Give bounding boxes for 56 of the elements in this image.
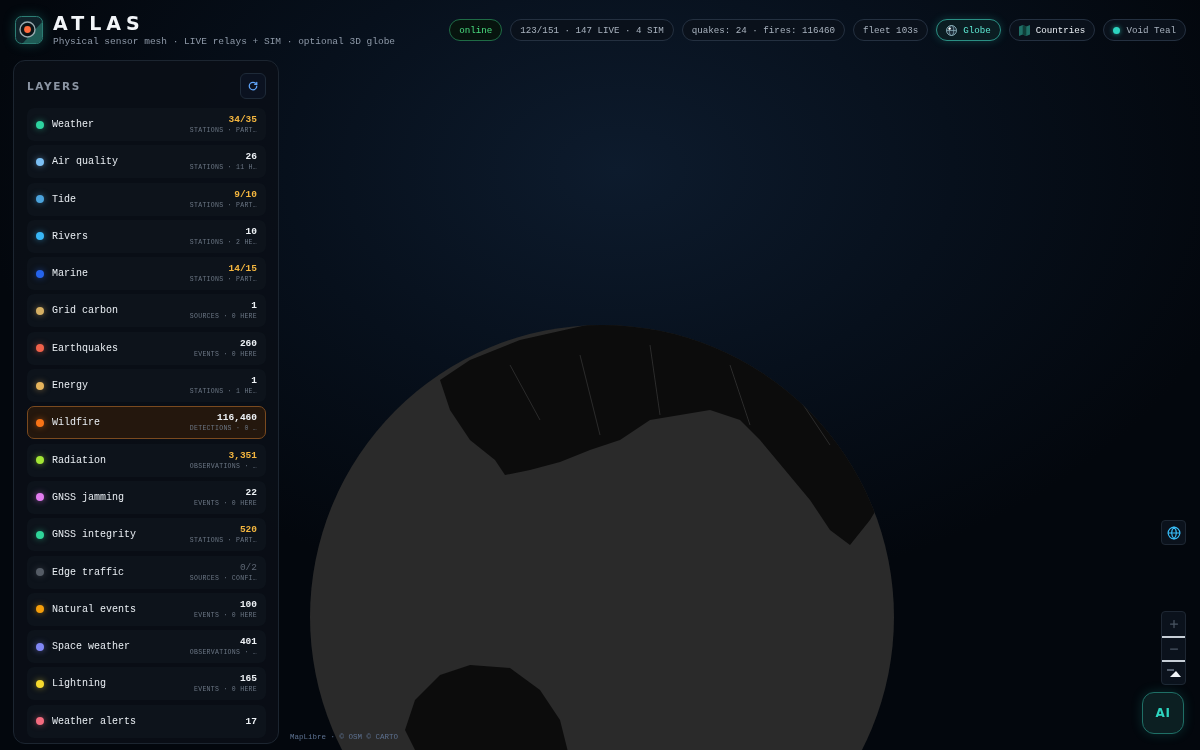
layer-name: Weather xyxy=(52,119,94,130)
layer-count: 9/10 xyxy=(234,188,257,200)
layer-name: Radiation xyxy=(52,454,106,466)
map-icon xyxy=(1018,24,1030,36)
refresh-button[interactable] xyxy=(240,73,266,99)
layer-name: GNSS integrity xyxy=(52,529,136,541)
globe-icon xyxy=(946,24,958,36)
layer-count: 260 xyxy=(239,337,257,349)
layer-count: 26 xyxy=(245,151,257,163)
assistant-button[interactable]: AI xyxy=(1142,692,1184,734)
layer-name: Marine xyxy=(52,268,88,280)
compass-icon xyxy=(1166,669,1181,677)
stat-pill: fleet 103s xyxy=(853,19,929,41)
layer-name: Wildfire xyxy=(52,417,100,429)
layer-name: Space weather xyxy=(52,641,130,653)
layer-name: Weather alerts xyxy=(52,715,136,727)
stat-pill: quakes: 24 · fires: 116460 xyxy=(681,19,846,41)
layer-count: 520 xyxy=(239,524,257,536)
layer-count: 401 xyxy=(239,636,257,648)
app-subtitle: Physical sensor mesh · LIVE relays + SIM · optional 3D globe xyxy=(53,35,396,48)
layer-count: 14/15 xyxy=(228,263,257,275)
layer-count: 22 xyxy=(245,486,257,498)
globe-icon xyxy=(1166,525,1181,540)
view-toggle[interactable]: Globe xyxy=(936,19,1001,41)
layer-count: 10 xyxy=(245,225,257,237)
layer-count: 17 xyxy=(245,715,257,727)
layer-name: Energy xyxy=(52,380,88,392)
layer-name: Rivers xyxy=(52,230,88,242)
layer-count: 34/35 xyxy=(228,114,257,125)
layer-count: 116,460 xyxy=(217,412,257,424)
layer-name: Natural events xyxy=(52,603,136,615)
refresh-icon xyxy=(248,81,258,91)
app-title: ATLAS xyxy=(53,12,145,33)
layer-count: 100 xyxy=(239,598,257,610)
layer-name: Tide xyxy=(52,193,76,205)
layer-item[interactable]: Weather alerts 17 xyxy=(27,704,266,738)
layer-name: Earthquakes xyxy=(52,342,118,354)
layer-name: Lightning xyxy=(52,678,106,690)
layer-count: 1 xyxy=(251,375,257,387)
layer-count: 3,351 xyxy=(228,449,257,461)
connection-status: online xyxy=(449,19,503,41)
layer-count: 165 xyxy=(239,673,257,685)
logo-icon xyxy=(15,16,43,44)
stat-pill: 123/151 · 147 LIVE · 4 SIM xyxy=(510,19,674,41)
layer-name: Grid carbon xyxy=(52,305,118,317)
view-toggle[interactable]: Countries xyxy=(1008,19,1096,41)
layer-name: Edge traffic xyxy=(52,566,124,578)
theme-dot-icon xyxy=(1113,26,1121,34)
layer-name: GNSS jamming xyxy=(52,491,124,503)
theme-button[interactable]: Void Teal xyxy=(1103,19,1186,41)
globe-button[interactable] xyxy=(1161,520,1186,545)
layer-name: Air quality xyxy=(52,156,118,168)
layer-count: 0/2 xyxy=(239,561,257,573)
plus-icon xyxy=(1167,618,1180,630)
panel-title: LAYERS xyxy=(27,80,81,92)
layer-count: 1 xyxy=(251,300,257,312)
